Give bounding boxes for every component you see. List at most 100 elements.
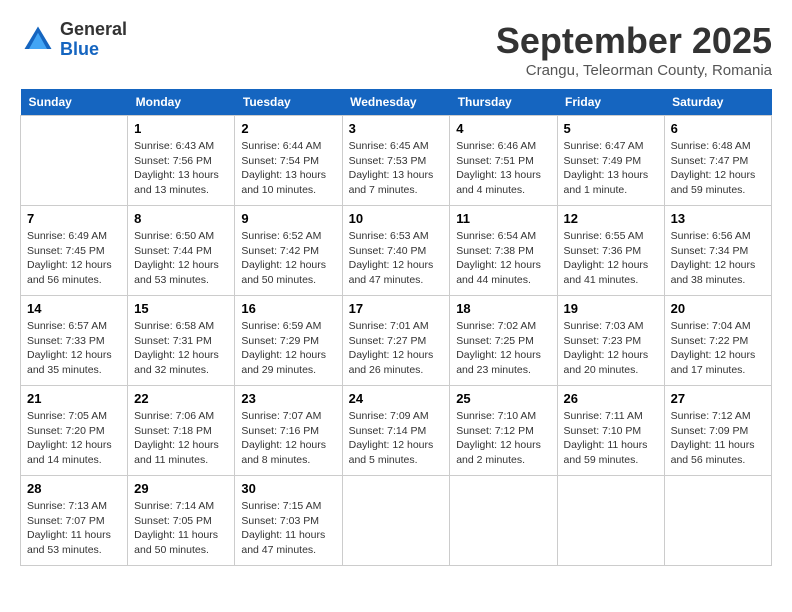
day-number: 19 [564,301,658,316]
day-number: 8 [134,211,228,226]
calendar-cell [21,116,128,206]
calendar-week-row: 1 Sunrise: 6:43 AM Sunset: 7:56 PM Daylig… [21,116,772,206]
calendar-week-row: 21 Sunrise: 7:05 AM Sunset: 7:20 PM Dayli… [21,386,772,476]
day-number: 11 [456,211,550,226]
day-number: 2 [241,121,335,136]
day-number: 6 [671,121,765,136]
day-number: 15 [134,301,228,316]
day-info: Sunrise: 7:03 AM Sunset: 7:23 PM Dayligh… [564,319,658,378]
day-number: 20 [671,301,765,316]
day-info: Sunrise: 6:49 AM Sunset: 7:45 PM Dayligh… [27,229,121,288]
calendar-cell [342,476,450,566]
day-info: Sunrise: 7:13 AM Sunset: 7:07 PM Dayligh… [27,499,121,558]
calendar-cell: 26 Sunrise: 7:11 AM Sunset: 7:10 PM Dayli… [557,386,664,476]
weekday-header: Sunday [21,89,128,116]
calendar-cell: 5 Sunrise: 6:47 AM Sunset: 7:49 PM Daylig… [557,116,664,206]
calendar-cell: 8 Sunrise: 6:50 AM Sunset: 7:44 PM Daylig… [128,206,235,296]
day-info: Sunrise: 7:12 AM Sunset: 7:09 PM Dayligh… [671,409,765,468]
day-info: Sunrise: 6:55 AM Sunset: 7:36 PM Dayligh… [564,229,658,288]
calendar-cell: 7 Sunrise: 6:49 AM Sunset: 7:45 PM Daylig… [21,206,128,296]
calendar-cell: 29 Sunrise: 7:14 AM Sunset: 7:05 PM Dayli… [128,476,235,566]
day-info: Sunrise: 6:54 AM Sunset: 7:38 PM Dayligh… [456,229,550,288]
day-info: Sunrise: 7:09 AM Sunset: 7:14 PM Dayligh… [349,409,444,468]
day-number: 7 [27,211,121,226]
day-number: 29 [134,481,228,496]
calendar-cell: 11 Sunrise: 6:54 AM Sunset: 7:38 PM Dayli… [450,206,557,296]
day-info: Sunrise: 7:10 AM Sunset: 7:12 PM Dayligh… [456,409,550,468]
day-info: Sunrise: 6:47 AM Sunset: 7:49 PM Dayligh… [564,139,658,198]
day-number: 17 [349,301,444,316]
day-number: 5 [564,121,658,136]
calendar-cell: 17 Sunrise: 7:01 AM Sunset: 7:27 PM Dayli… [342,296,450,386]
calendar-cell: 10 Sunrise: 6:53 AM Sunset: 7:40 PM Dayli… [342,206,450,296]
calendar-cell: 16Sunrise: 6:59 AM Sunset: 7:29 PM Dayli… [235,296,342,386]
day-number: 28 [27,481,121,496]
day-number: 26 [564,391,658,406]
calendar-cell: 18 Sunrise: 7:02 AM Sunset: 7:25 PM Dayli… [450,296,557,386]
location-subtitle: Crangu, Teleorman County, Romania [496,62,772,79]
weekday-header: Saturday [664,89,771,116]
day-number: 24 [349,391,444,406]
calendar-cell: 27 Sunrise: 7:12 AM Sunset: 7:09 PM Dayli… [664,386,771,476]
day-number: 21 [27,391,121,406]
logo: General Blue [20,20,127,60]
calendar-table: SundayMondayTuesdayWednesdayThursdayFrid… [20,89,772,566]
month-title: September 2025 [496,20,772,62]
calendar-cell: 4Sunrise: 6:46 AM Sunset: 7:51 PM Daylig… [450,116,557,206]
calendar-cell: 20 Sunrise: 7:04 AM Sunset: 7:22 PM Dayli… [664,296,771,386]
calendar-cell: 24 Sunrise: 7:09 AM Sunset: 7:14 PM Dayli… [342,386,450,476]
calendar-cell: 28 Sunrise: 7:13 AM Sunset: 7:07 PM Dayli… [21,476,128,566]
day-number: 9 [241,211,335,226]
calendar-cell: 2Sunrise: 6:44 AM Sunset: 7:54 PM Daylig… [235,116,342,206]
calendar-cell: 22 Sunrise: 7:06 AM Sunset: 7:18 PM Dayli… [128,386,235,476]
day-info: Sunrise: 7:05 AM Sunset: 7:20 PM Dayligh… [27,409,121,468]
day-number: 12 [564,211,658,226]
calendar-cell: 21 Sunrise: 7:05 AM Sunset: 7:20 PM Dayli… [21,386,128,476]
day-number: 14 [27,301,121,316]
day-number: 10 [349,211,444,226]
day-number: 23 [241,391,335,406]
weekday-header: Tuesday [235,89,342,116]
calendar-cell: 13Sunrise: 6:56 AM Sunset: 7:34 PM Dayli… [664,206,771,296]
day-info: Sunrise: 7:02 AM Sunset: 7:25 PM Dayligh… [456,319,550,378]
day-info: Sunrise: 7:14 AM Sunset: 7:05 PM Dayligh… [134,499,228,558]
day-info: Sunrise: 6:58 AM Sunset: 7:31 PM Dayligh… [134,319,228,378]
logo-icon [20,22,56,58]
calendar-cell: 3Sunrise: 6:45 AM Sunset: 7:53 PM Daylig… [342,116,450,206]
calendar-cell: 12 Sunrise: 6:55 AM Sunset: 7:36 PM Dayli… [557,206,664,296]
day-info: Sunrise: 6:50 AM Sunset: 7:44 PM Dayligh… [134,229,228,288]
day-number: 27 [671,391,765,406]
day-info: Sunrise: 7:04 AM Sunset: 7:22 PM Dayligh… [671,319,765,378]
day-info: Sunrise: 6:53 AM Sunset: 7:40 PM Dayligh… [349,229,444,288]
day-number: 18 [456,301,550,316]
title-block: September 2025 Crangu, Teleorman County,… [496,20,772,79]
calendar-cell: 30Sunrise: 7:15 AM Sunset: 7:03 PM Dayli… [235,476,342,566]
weekday-header-row: SundayMondayTuesdayWednesdayThursdayFrid… [21,89,772,116]
day-number: 1 [134,121,228,136]
logo-text: General Blue [60,20,127,60]
calendar-cell: 6Sunrise: 6:48 AM Sunset: 7:47 PM Daylig… [664,116,771,206]
page-header: General Blue September 2025 Crangu, Tele… [20,20,772,79]
day-info: Sunrise: 7:07 AM Sunset: 7:16 PM Dayligh… [241,409,335,468]
calendar-cell: 23 Sunrise: 7:07 AM Sunset: 7:16 PM Dayli… [235,386,342,476]
calendar-cell [664,476,771,566]
calendar-cell: 25 Sunrise: 7:10 AM Sunset: 7:12 PM Dayli… [450,386,557,476]
weekday-header: Monday [128,89,235,116]
day-info: Sunrise: 7:11 AM Sunset: 7:10 PM Dayligh… [564,409,658,468]
day-number: 25 [456,391,550,406]
day-info: Sunrise: 7:01 AM Sunset: 7:27 PM Dayligh… [349,319,444,378]
logo-line2: Blue [60,39,99,59]
day-info: Sunrise: 7:06 AM Sunset: 7:18 PM Dayligh… [134,409,228,468]
day-info: Sunrise: 6:43 AM Sunset: 7:56 PM Dayligh… [134,139,228,198]
weekday-header: Wednesday [342,89,450,116]
calendar-cell: 15 Sunrise: 6:58 AM Sunset: 7:31 PM Dayli… [128,296,235,386]
day-number: 16 [241,301,335,316]
calendar-cell [557,476,664,566]
logo-line1: General [60,19,127,39]
weekday-header: Friday [557,89,664,116]
calendar-cell [450,476,557,566]
weekday-header: Thursday [450,89,557,116]
day-info: Sunrise: 6:57 AM Sunset: 7:33 PM Dayligh… [27,319,121,378]
calendar-week-row: 7 Sunrise: 6:49 AM Sunset: 7:45 PM Daylig… [21,206,772,296]
day-number: 22 [134,391,228,406]
